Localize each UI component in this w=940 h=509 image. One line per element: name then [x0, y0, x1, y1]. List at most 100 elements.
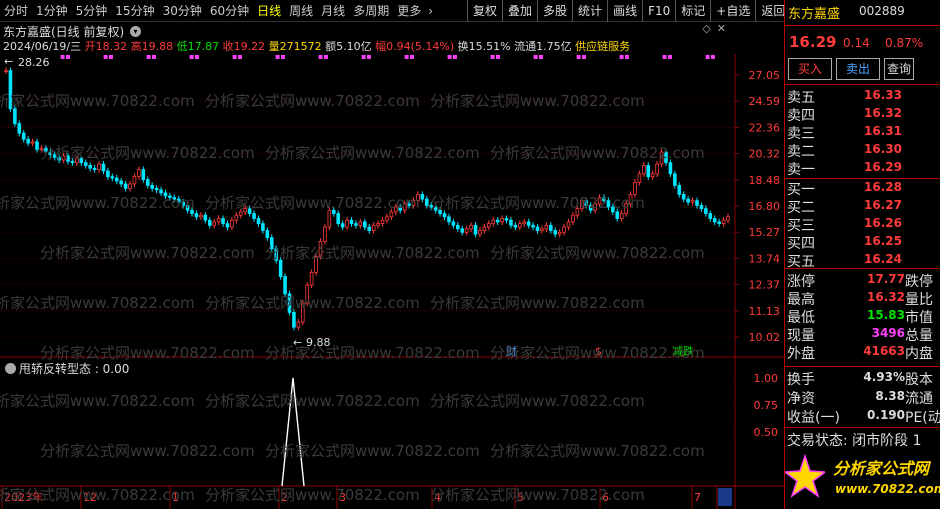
- candle-body[interactable]: [230, 219, 234, 228]
- period-tab[interactable]: 多周期: [349, 0, 393, 22]
- candle-body[interactable]: [584, 200, 589, 206]
- tool-button[interactable]: 多股: [537, 0, 572, 22]
- candle-body[interactable]: [323, 226, 327, 242]
- candle-body[interactable]: [176, 198, 181, 203]
- candle-body[interactable]: [655, 163, 659, 175]
- event-marker[interactable]: 财: [506, 344, 517, 358]
- candle-body[interactable]: [252, 213, 256, 219]
- candle-body[interactable]: [137, 169, 141, 178]
- candle-body[interactable]: [681, 194, 686, 200]
- candle-body[interactable]: [48, 151, 53, 156]
- candle-body[interactable]: [664, 151, 668, 164]
- candle-body[interactable]: [469, 224, 473, 230]
- period-tab[interactable]: 月线: [317, 0, 349, 22]
- candle-body[interactable]: [699, 205, 704, 210]
- candle-body[interactable]: [221, 218, 225, 225]
- ask-row[interactable]: 卖二 16.30: [785, 141, 940, 160]
- candle-body[interactable]: [168, 195, 172, 198]
- candle-body[interactable]: [234, 214, 239, 221]
- candle-body[interactable]: [571, 214, 575, 223]
- candle-body[interactable]: [39, 147, 44, 150]
- kline-chart-area[interactable]: 东方嘉盛(日线 前复权) ▾ ◇✕ 2024/06/19/三 开18.32 高1…: [0, 22, 784, 509]
- candle-body[interactable]: [619, 213, 624, 219]
- period-tab[interactable]: 15分钟: [111, 0, 158, 22]
- candle-body[interactable]: [70, 160, 75, 164]
- candle-body[interactable]: [553, 230, 558, 235]
- candle-body[interactable]: [57, 156, 61, 161]
- candle-body[interactable]: [717, 221, 721, 225]
- candle-body[interactable]: [628, 194, 633, 205]
- candle-body[interactable]: [26, 138, 30, 144]
- candle-body[interactable]: [44, 147, 48, 153]
- candle-body[interactable]: [269, 237, 274, 250]
- candle-body[interactable]: [190, 209, 194, 214]
- bid-row[interactable]: 买四 16.25: [785, 233, 940, 252]
- candle-body[interactable]: [513, 224, 518, 228]
- candle-body[interactable]: [66, 155, 70, 162]
- candle-body[interactable]: [150, 185, 154, 189]
- candle-body[interactable]: [132, 176, 137, 185]
- candle-body[interactable]: [88, 165, 92, 169]
- candle-body[interactable]: [371, 224, 376, 231]
- candle-body[interactable]: [704, 208, 708, 214]
- candle-body[interactable]: [123, 183, 128, 189]
- candle-body[interactable]: [256, 218, 261, 225]
- ask-row[interactable]: 卖三 16.31: [785, 123, 940, 142]
- candle-body[interactable]: [358, 221, 363, 226]
- period-tab[interactable]: 更多: [393, 0, 425, 22]
- chart-window-icons[interactable]: ◇✕: [702, 22, 732, 35]
- candle-body[interactable]: [385, 216, 389, 221]
- candle-body[interactable]: [611, 206, 615, 213]
- candle-body[interactable]: [606, 200, 611, 208]
- candle-body[interactable]: [194, 213, 199, 218]
- candle-body[interactable]: [154, 187, 159, 191]
- candle-body[interactable]: [447, 216, 451, 223]
- period-tab[interactable]: 周线: [285, 0, 317, 22]
- candle-body[interactable]: [225, 223, 230, 228]
- candle-body[interactable]: [650, 173, 655, 178]
- candle-body[interactable]: [668, 162, 673, 175]
- candle-body[interactable]: [376, 223, 380, 226]
- candle-body[interactable]: [75, 158, 79, 164]
- candle-body[interactable]: [690, 200, 695, 203]
- candle-body[interactable]: [637, 173, 642, 183]
- candle-body[interactable]: [500, 218, 504, 223]
- candle-body[interactable]: [460, 228, 465, 233]
- candle-body[interactable]: [398, 206, 403, 211]
- candle-body[interactable]: [535, 226, 540, 231]
- candle-body[interactable]: [429, 205, 434, 208]
- tool-button[interactable]: F10: [642, 0, 675, 22]
- candle-body[interactable]: [642, 165, 646, 175]
- event-marker[interactable]: $: [595, 345, 602, 358]
- candle-body[interactable]: [602, 197, 606, 202]
- candle-body[interactable]: [407, 203, 411, 206]
- candle-body[interactable]: [451, 221, 456, 226]
- bid-row[interactable]: 买一 16.28: [785, 179, 940, 198]
- candle-body[interactable]: [292, 311, 296, 328]
- period-tab[interactable]: 分时: [0, 0, 32, 22]
- period-tab[interactable]: 日线: [253, 0, 285, 22]
- candle-body[interactable]: [442, 213, 447, 218]
- candle-body[interactable]: [207, 219, 212, 226]
- ask-row[interactable]: 卖四 16.32: [785, 105, 940, 124]
- candle-body[interactable]: [61, 155, 66, 161]
- candle-body[interactable]: [726, 216, 730, 221]
- candle-body[interactable]: [349, 219, 354, 225]
- candle-body[interactable]: [159, 189, 163, 194]
- candle-body[interactable]: [456, 224, 460, 230]
- candle-body[interactable]: [247, 208, 252, 214]
- candle-body[interactable]: [331, 209, 336, 214]
- candle-body[interactable]: [712, 218, 717, 223]
- candle-body[interactable]: [97, 163, 101, 170]
- candle-body[interactable]: [199, 214, 203, 218]
- candle-body[interactable]: [509, 219, 513, 226]
- candle-body[interactable]: [420, 194, 425, 200]
- candle-body[interactable]: [354, 223, 358, 226]
- candle-body[interactable]: [300, 302, 305, 323]
- candle-body[interactable]: [141, 169, 146, 180]
- candle-body[interactable]: [526, 221, 531, 226]
- candle-body[interactable]: [380, 219, 385, 225]
- tool-button[interactable]: 叠加: [502, 0, 537, 22]
- candle-body[interactable]: [575, 208, 580, 216]
- candle-body[interactable]: [504, 218, 509, 221]
